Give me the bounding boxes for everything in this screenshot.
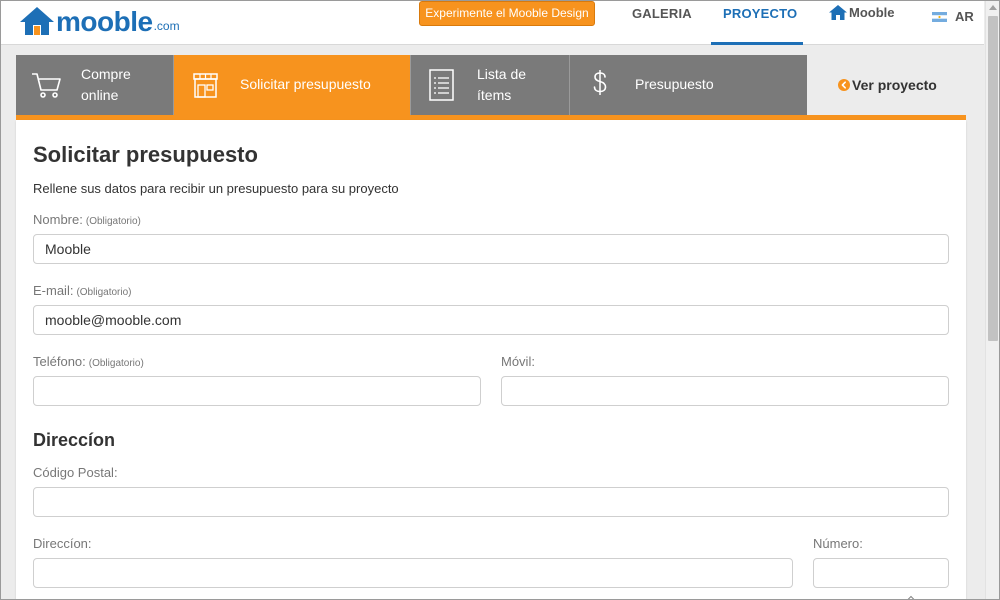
argentina-flag-icon xyxy=(932,11,947,22)
form-subtitle: Rellene sus datos para recibir un presup… xyxy=(33,181,399,196)
checkout-steps: Compre online Solicitar presupuesto List… xyxy=(16,55,966,115)
quote-request-form: Solicitar presupuesto Rellene sus datos … xyxy=(16,120,966,600)
scrollbar-thumb[interactable] xyxy=(988,16,998,341)
shopping-cart-icon xyxy=(32,73,61,98)
telefono-field[interactable] xyxy=(33,376,481,406)
telefono-label-text: Teléfono: xyxy=(33,354,86,369)
direccion-field[interactable] xyxy=(33,558,793,588)
email-label-text: E-mail: xyxy=(33,283,74,298)
direccion-label: Direccíon: xyxy=(33,536,92,551)
email-field[interactable] xyxy=(33,305,949,335)
house-logo-icon xyxy=(20,7,54,35)
nav-proyecto[interactable]: PROYECTO xyxy=(723,6,797,21)
ver-proyecto-label: Ver proyecto xyxy=(852,77,937,93)
language-selector[interactable]: AR xyxy=(932,9,974,24)
codigo-postal-field[interactable] xyxy=(33,487,949,517)
mooble-design-button[interactable]: Experimente el Mooble Design xyxy=(419,1,595,26)
step-lista-line1: Lista de xyxy=(477,66,527,82)
step-solicitar-presupuesto[interactable]: Solicitar presupuesto xyxy=(173,55,410,115)
nombre-required-tag: (Obligatorio) xyxy=(85,216,141,227)
dollar-icon xyxy=(593,70,607,95)
language-code: AR xyxy=(955,9,974,24)
step-compre-online[interactable]: Compre online xyxy=(16,55,173,115)
step-compre-online-line2: online xyxy=(81,87,119,103)
logo-tld: .com xyxy=(153,19,180,33)
nav-mooble[interactable]: Mooble xyxy=(829,5,895,20)
vertical-scrollbar[interactable] xyxy=(985,0,999,599)
step-presupuesto[interactable]: Presupuesto xyxy=(569,55,807,115)
telefono-required-tag: (Obligatorio) xyxy=(88,358,144,369)
numero-label: Número: xyxy=(813,536,863,551)
storefront-icon xyxy=(193,73,218,98)
step-presupuesto-label: Presupuesto xyxy=(635,76,714,92)
step-compre-online-line1: Compre xyxy=(81,66,131,82)
telefono-label: Teléfono: (Obligatorio) xyxy=(33,354,144,369)
movil-label: Móvil: xyxy=(501,354,535,369)
active-nav-indicator xyxy=(711,42,803,45)
direccion-section-heading: Direccíon xyxy=(33,430,116,450)
list-document-icon xyxy=(429,69,454,101)
email-required-tag: (Obligatorio) xyxy=(76,287,132,298)
step-lista-de-items[interactable]: Lista de ítems xyxy=(410,55,569,115)
step-lista-line2: ítems xyxy=(477,87,512,103)
numero-field[interactable] xyxy=(813,558,949,588)
mooble-logo[interactable]: mooble .com xyxy=(19,0,180,36)
email-label: E-mail: (Obligatorio) xyxy=(33,283,131,298)
nombre-field[interactable] xyxy=(33,234,949,264)
home-icon xyxy=(829,5,847,20)
nav-galeria[interactable]: GALERIA xyxy=(632,6,692,21)
top-header: mooble .com Experimente el Mooble Design… xyxy=(1,0,984,45)
nav-mooble-label: Mooble xyxy=(849,5,895,20)
nombre-label: Nombre: (Obligatorio) xyxy=(33,212,141,227)
logo-wordmark: mooble xyxy=(56,6,153,37)
scroll-up-arrow-icon[interactable] xyxy=(988,3,998,13)
nombre-label-text: Nombre: xyxy=(33,212,83,227)
codigo-postal-label: Código Postal: xyxy=(33,465,118,480)
form-title: Solicitar presupuesto xyxy=(33,142,258,167)
ver-proyecto-link[interactable]: Ver proyecto xyxy=(838,77,937,93)
movil-field[interactable] xyxy=(501,376,949,406)
chevron-up-icon xyxy=(907,595,915,600)
step-solicitar-presupuesto-label: Solicitar presupuesto xyxy=(240,76,371,92)
chevron-left-circle-icon xyxy=(838,79,850,91)
